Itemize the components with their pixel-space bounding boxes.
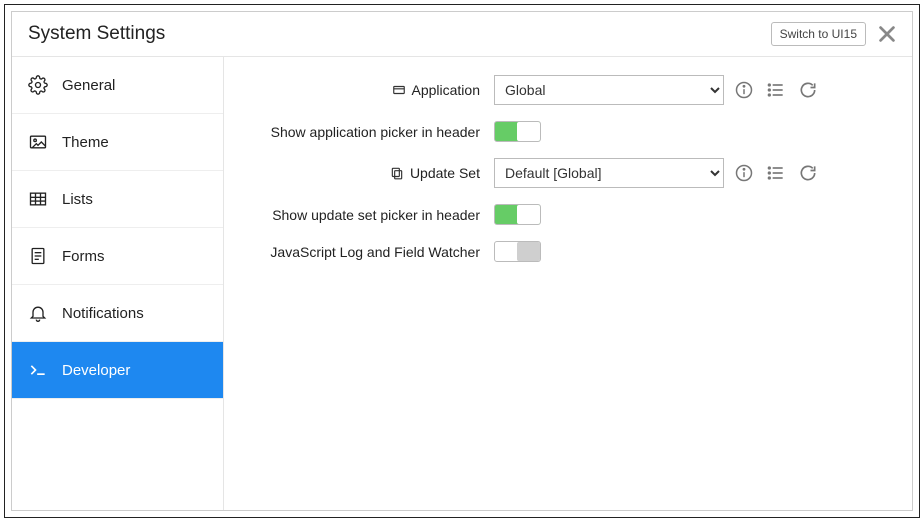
list-icon[interactable] <box>766 163 786 183</box>
update-set-select[interactable]: Default [Global] <box>494 158 724 188</box>
dialog-header: System Settings Switch to UI15 <box>12 12 912 57</box>
settings-dialog: System Settings Switch to UI15 General T… <box>11 11 913 511</box>
refresh-icon[interactable] <box>798 80 818 100</box>
list-icon[interactable] <box>766 80 786 100</box>
sidebar-item-label: Developer <box>62 362 130 379</box>
info-icon[interactable] <box>734 163 754 183</box>
sidebar-item-lists[interactable]: Lists <box>12 171 223 228</box>
terminal-icon <box>28 360 48 380</box>
dialog-title: System Settings <box>28 23 771 45</box>
row-us-picker: Show update set picker in header <box>234 204 872 225</box>
sidebar-item-label: Theme <box>62 134 109 151</box>
refresh-icon[interactable] <box>798 163 818 183</box>
sidebar-item-general[interactable]: General <box>12 57 223 114</box>
sidebar: General Theme Lists Forms <box>12 57 224 510</box>
application-icon <box>392 83 406 97</box>
close-icon[interactable] <box>876 23 898 45</box>
settings-panel: Application Global <box>224 57 912 510</box>
sidebar-item-label: Lists <box>62 191 93 208</box>
us-picker-label: Show update set picker in header <box>272 207 480 223</box>
info-icon[interactable] <box>734 80 754 100</box>
sidebar-item-developer[interactable]: Developer <box>12 342 223 399</box>
sidebar-item-forms[interactable]: Forms <box>12 228 223 285</box>
switch-ui15-button[interactable]: Switch to UI15 <box>771 22 866 46</box>
js-log-label: JavaScript Log and Field Watcher <box>270 244 480 260</box>
table-icon <box>28 189 48 209</box>
app-picker-toggle[interactable] <box>494 121 541 142</box>
update-set-icon <box>390 166 404 180</box>
row-js-log: JavaScript Log and Field Watcher <box>234 241 872 262</box>
row-application: Application Global <box>234 75 872 105</box>
sidebar-item-notifications[interactable]: Notifications <box>12 285 223 342</box>
us-picker-toggle[interactable] <box>494 204 541 225</box>
row-update-set: Update Set Default [Global] <box>234 158 872 188</box>
sidebar-item-label: Forms <box>62 248 105 265</box>
bell-icon <box>28 303 48 323</box>
sidebar-item-label: General <box>62 77 115 94</box>
image-icon <box>28 132 48 152</box>
js-log-toggle[interactable] <box>494 241 541 262</box>
sidebar-item-theme[interactable]: Theme <box>12 114 223 171</box>
row-app-picker: Show application picker in header <box>234 121 872 142</box>
sidebar-item-label: Notifications <box>62 305 144 322</box>
application-label: Application <box>412 82 481 98</box>
form-icon <box>28 246 48 266</box>
update-set-label: Update Set <box>410 165 480 181</box>
app-picker-label: Show application picker in header <box>271 124 480 140</box>
application-select[interactable]: Global <box>494 75 724 105</box>
gear-icon <box>28 75 48 95</box>
